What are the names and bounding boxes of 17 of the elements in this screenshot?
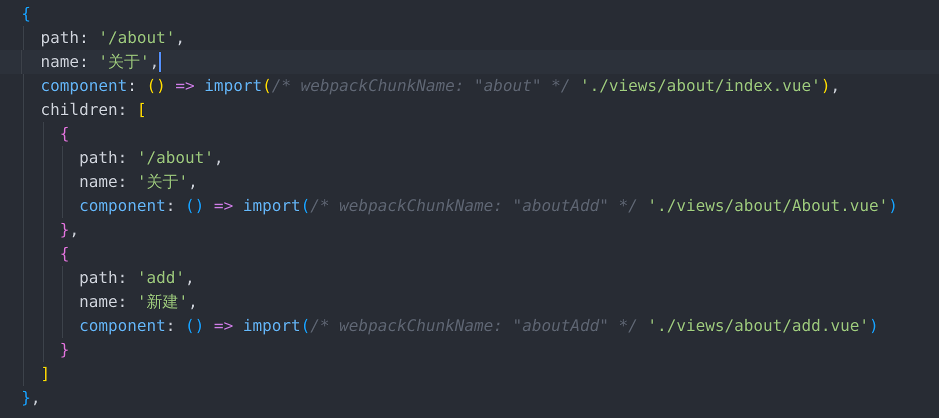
text-cursor — [159, 52, 162, 72]
code-line: path: '/about', — [40, 27, 186, 49]
code-line: ] — [40, 363, 50, 385]
code-line: }, — [20, 387, 41, 409]
code-line: } — [58, 339, 70, 361]
code-line: { — [58, 123, 70, 145]
code-line: name: '新建', — [78, 291, 198, 313]
code-line: { — [58, 243, 70, 265]
code-line: path: '/about', — [78, 147, 224, 169]
code-line: component: () => import(/* webpackChunkName: "aboutAdd" */ './views/about/add.vue') — [78, 315, 879, 337]
code-line: path: 'add', — [78, 267, 195, 289]
code-line: component: () => import(/* webpackChunkName: "aboutAdd" */ './views/about/About.vue') — [78, 195, 898, 217]
code-line: }, — [58, 219, 80, 241]
code-line: { — [20, 3, 31, 25]
code-line: name: '关于', — [78, 171, 198, 193]
code-line: children: [ — [40, 99, 146, 121]
code-line: component: () => import(/* webpackChunkName: "about" */ './views/about/index.vue'), — [40, 75, 840, 97]
